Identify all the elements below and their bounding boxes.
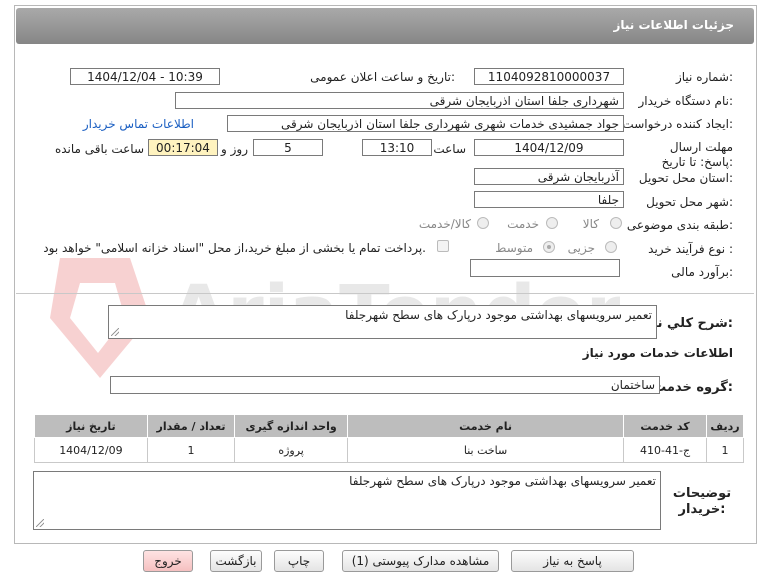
deadline-date-field: 1404/12/09 <box>474 139 624 156</box>
city-label: شهر محل تحویل: <box>646 195 733 209</box>
need-number-field: 1104092810000037 <box>474 68 624 85</box>
cell-need-date: 1404/12/09 <box>34 437 148 463</box>
buyer-org-label: نام دستگاه خریدار: <box>638 94 734 108</box>
summary-text: تعمیر سرویسهای بهداشتی موجود درپارک های … <box>345 308 652 322</box>
services-section-title: اطلاعات خدمات مورد نیاز <box>582 346 733 360</box>
treasury-payment-note: پرداخت تمام یا بخشی از مبلغ خرید،از محل … <box>43 241 426 255</box>
process-minor-radio[interactable] <box>605 241 617 253</box>
estimate-label: برآورد مالی: <box>671 265 733 279</box>
buyer-notes-text: تعمیر سرویسهای بهداشتی موجود درپارک های … <box>349 474 656 488</box>
cell-service-code: ج-41-410 <box>623 437 707 463</box>
col-header-row-number: ردیف <box>705 414 745 438</box>
category-both-radio[interactable] <box>477 217 489 229</box>
reply-button[interactable]: پاسخ به نیاز <box>511 550 634 572</box>
table-row: 1 ج-41-410 ساخت بنا پروژه 1 1404/12/09 <box>34 437 745 463</box>
service-group-label: گروه خدمت: <box>653 380 733 395</box>
col-header-unit: واحد اندازه گیری <box>234 414 348 438</box>
service-group-field: ساختمان <box>110 376 660 394</box>
process-minor-label: جزیی <box>567 241 595 255</box>
buyer-notes-label: توضیحات خریدار: <box>672 486 732 517</box>
col-header-quantity: تعداد / مقدار <box>146 414 236 438</box>
city-field: جلفا <box>474 191 624 208</box>
deadline-time-field: 13:10 <box>362 139 432 156</box>
col-header-service-name: نام خدمت <box>346 414 625 438</box>
process-type-label: نوع فرآیند خرید : <box>648 242 733 256</box>
col-header-need-date: تاریخ نیاز <box>34 414 148 438</box>
process-medium-radio[interactable] <box>543 241 555 253</box>
contact-info-link[interactable]: اطلاعات تماس خریدار <box>83 117 194 131</box>
days-field: 5 <box>253 139 323 156</box>
buyer-notes-textarea[interactable]: تعمیر سرویسهای بهداشتی موجود درپارک های … <box>33 471 661 530</box>
col-header-service-code: کد خدمت <box>623 414 707 438</box>
resize-grip-icon[interactable] <box>111 328 119 336</box>
cell-quantity: 1 <box>146 437 236 463</box>
category-service-radio[interactable] <box>546 217 558 229</box>
province-field: آذربایجان شرقی <box>474 168 624 185</box>
remaining-label: ساعت باقی مانده <box>54 142 144 156</box>
category-goods-radio[interactable] <box>610 217 622 229</box>
need-number-label: شماره نیاز: <box>675 70 733 84</box>
days-label: روز و <box>221 142 248 156</box>
announce-datetime-field: 1404/12/04 - 10:39 <box>70 68 220 85</box>
deadline-time-label: ساعت <box>433 142 466 156</box>
deadline-label: مهلت ارسال پاسخ: تا تاریخ: <box>661 140 733 169</box>
requester-field: جواد جمشیدی خدمات شهری شهرداری جلفا استا… <box>227 115 624 132</box>
page-header: جزئیات اطلاعات نیاز <box>16 8 754 44</box>
process-medium-label: متوسط <box>495 241 533 255</box>
view-attachments-button[interactable]: مشاهده مدارک پیوستی (1) <box>342 550 499 572</box>
table-header-row: ردیف کد خدمت نام خدمت واحد اندازه گیری ت… <box>34 414 745 438</box>
page-title: جزئیات اطلاعات نیاز <box>613 18 734 32</box>
treasury-payment-checkbox[interactable] <box>437 240 449 252</box>
category-service-label: خدمت <box>507 217 539 231</box>
print-button[interactable]: چاپ <box>274 550 324 572</box>
summary-textarea[interactable]: تعمیر سرویسهای بهداشتی موجود درپارک های … <box>108 305 657 339</box>
services-table: ردیف کد خدمت نام خدمت واحد اندازه گیری ت… <box>34 414 745 463</box>
buyer-org-field: شهرداری جلفا استان اذربایجان شرقی <box>175 92 624 109</box>
category-label: طبقه بندی موضوعی: <box>626 218 733 232</box>
category-goods-label: کالا <box>582 217 599 231</box>
cell-service-name: ساخت بنا <box>346 437 625 463</box>
main-panel <box>14 5 757 544</box>
requester-label: ایجاد کننده درخواست: <box>622 117 733 131</box>
announce-datetime-label: تاریخ و ساعت اعلان عمومی: <box>310 70 455 84</box>
resize-grip-icon[interactable] <box>36 519 44 527</box>
remaining-time-field: 00:17:04 <box>148 139 218 156</box>
exit-button[interactable]: خروج <box>143 550 193 572</box>
estimate-field[interactable] <box>470 259 620 277</box>
category-both-label: کالا/خدمت <box>418 217 471 231</box>
cell-unit: پروژه <box>234 437 348 463</box>
cell-row-number: 1 <box>705 437 745 463</box>
province-label: استان محل تحویل: <box>638 171 733 185</box>
divider <box>16 293 754 294</box>
back-button[interactable]: بازگشت <box>210 550 262 572</box>
